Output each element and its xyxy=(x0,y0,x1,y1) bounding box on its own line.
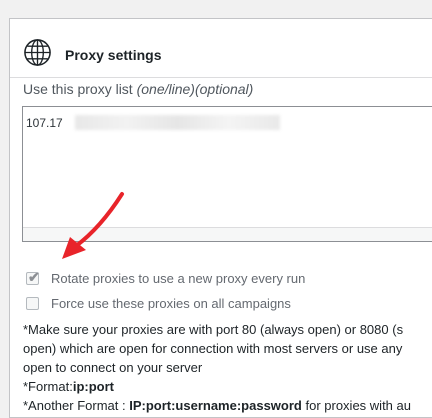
panel-header: Proxy settings xyxy=(10,19,432,78)
another-format-suffix: for proxies with au xyxy=(301,398,411,413)
annotation-arrow-icon xyxy=(62,192,124,259)
proxy-list-value: 107.17 xyxy=(26,116,63,130)
panel-title: Proxy settings xyxy=(65,47,162,63)
proxy-list-label: Use this proxy list (one/line)(optional) xyxy=(23,81,253,97)
note-line-1: *Make sure your proxies are with port 80… xyxy=(23,322,404,337)
redacted-proxy-text xyxy=(75,115,280,130)
another-format-value: IP:port:username:password xyxy=(129,398,302,413)
another-format-prefix: *Another Format : xyxy=(23,398,130,413)
note-line-3: open to connect on your server xyxy=(23,360,203,375)
rotate-proxies-checkbox[interactable]: ✔ xyxy=(26,269,40,285)
force-proxies-label: Force use these proxies on all campaigns xyxy=(51,296,291,311)
rotate-proxies-label: Rotate proxies to use a new proxy every … xyxy=(51,271,306,286)
force-proxies-checkbox[interactable] xyxy=(26,297,39,310)
globe-icon xyxy=(24,39,51,66)
note-line-2: open) which are open for connection with… xyxy=(23,341,403,356)
note-format: *Format:ip:port xyxy=(23,377,432,396)
proxy-note: *Make sure your proxies are with port 80… xyxy=(23,320,432,415)
checkmark-icon: ✔ xyxy=(28,269,40,285)
format-value: ip:port xyxy=(72,379,114,394)
note-another-format: *Another Format : IP:port:username:passw… xyxy=(23,396,432,415)
proxy-list-label-hint: (one/line)(optional) xyxy=(136,81,254,97)
format-prefix: *Format: xyxy=(23,379,73,394)
proxy-list-label-text: Use this proxy list xyxy=(23,81,137,97)
